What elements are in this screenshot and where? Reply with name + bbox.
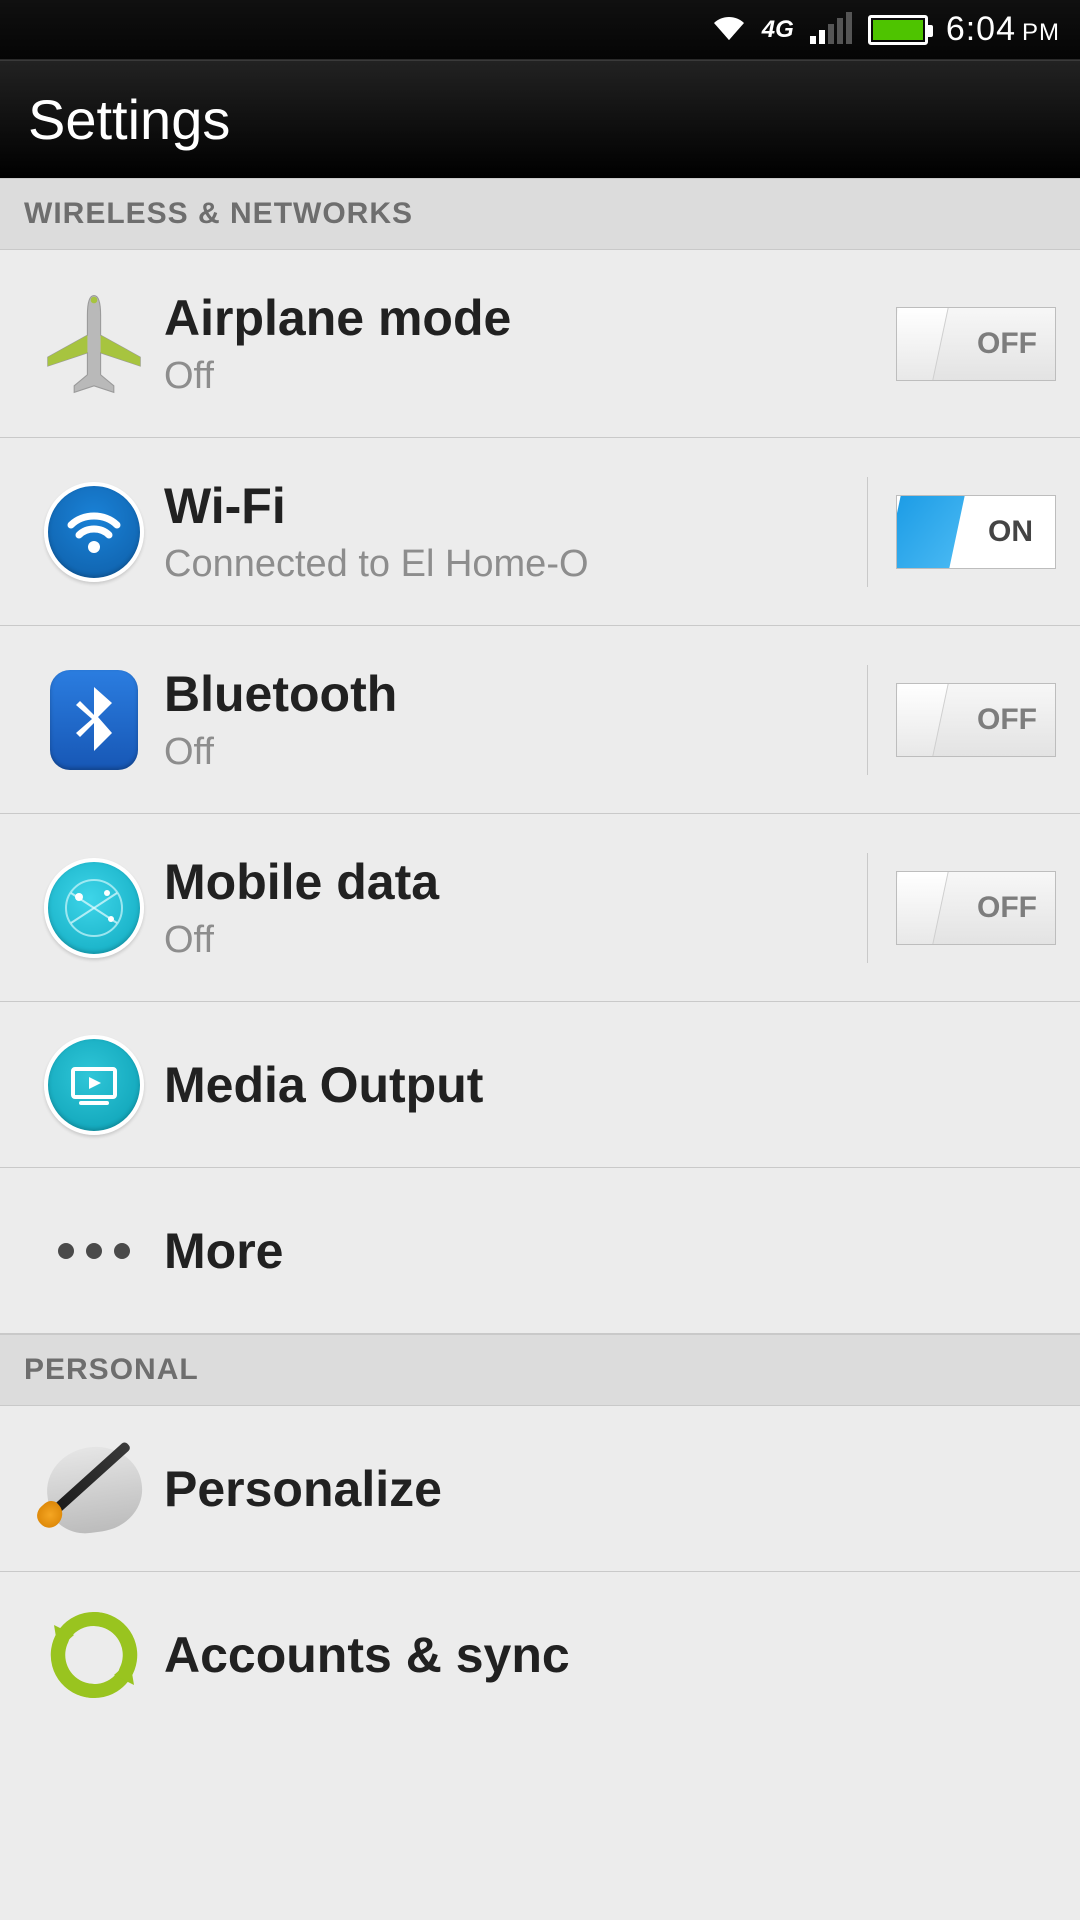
media-output-title: Media Output [164,1056,1056,1114]
divider [867,665,868,775]
bluetooth-title: Bluetooth [164,665,851,723]
personalize-icon [24,1439,164,1539]
section-header-personal: PERSONAL [0,1334,1080,1406]
wifi-subtitle: Connected to El Home-O [164,543,851,586]
row-mobile-data[interactable]: Mobile data Off OFF [0,814,1080,1002]
media-output-icon [24,1035,164,1135]
status-bar: 4G 6:04 PM [0,0,1080,60]
row-bluetooth[interactable]: Bluetooth Off OFF [0,626,1080,814]
wifi-icon [24,482,164,582]
mobile-data-toggle[interactable]: OFF [896,871,1056,945]
sync-icon [24,1605,164,1705]
row-media-output[interactable]: Media Output [0,1002,1080,1168]
row-airplane-mode[interactable]: Airplane mode Off OFF [0,250,1080,438]
wifi-status-icon [712,13,746,46]
battery-icon [868,15,928,45]
mobile-data-subtitle: Off [164,919,851,962]
network-type-label: 4G [762,16,794,44]
section-header-wireless: WIRELESS & NETWORKS [0,178,1080,250]
clock-time: 6:04 [946,10,1016,49]
wifi-title: Wi-Fi [164,477,851,535]
mobile-data-icon [24,858,164,958]
row-more[interactable]: More [0,1168,1080,1334]
mobile-data-title: Mobile data [164,853,851,911]
airplane-icon [24,289,164,399]
clock: 6:04 PM [946,10,1060,49]
divider [867,853,868,963]
airplane-toggle-label: OFF [977,327,1037,361]
status-icons: 4G [712,13,928,46]
row-personalize[interactable]: Personalize [0,1406,1080,1572]
personalize-title: Personalize [164,1460,1056,1518]
app-bar: Settings [0,60,1080,178]
wifi-toggle[interactable]: ON [896,495,1056,569]
divider [867,477,868,587]
bluetooth-subtitle: Off [164,731,851,774]
airplane-title: Airplane mode [164,289,896,347]
airplane-toggle[interactable]: OFF [896,307,1056,381]
accounts-sync-title: Accounts & sync [164,1626,1056,1684]
row-accounts-sync[interactable]: Accounts & sync [0,1572,1080,1738]
wifi-toggle-label: ON [988,515,1033,549]
airplane-subtitle: Off [164,355,896,398]
cell-signal-icon [810,16,852,44]
more-icon [24,1243,164,1259]
more-title: More [164,1222,1056,1280]
page-title: Settings [28,87,230,152]
row-wifi[interactable]: Wi-Fi Connected to El Home-O ON [0,438,1080,626]
mobile-data-toggle-label: OFF [977,891,1037,925]
bluetooth-icon [24,670,164,770]
bluetooth-toggle[interactable]: OFF [896,683,1056,757]
bluetooth-toggle-label: OFF [977,703,1037,737]
clock-ampm: PM [1022,19,1060,47]
